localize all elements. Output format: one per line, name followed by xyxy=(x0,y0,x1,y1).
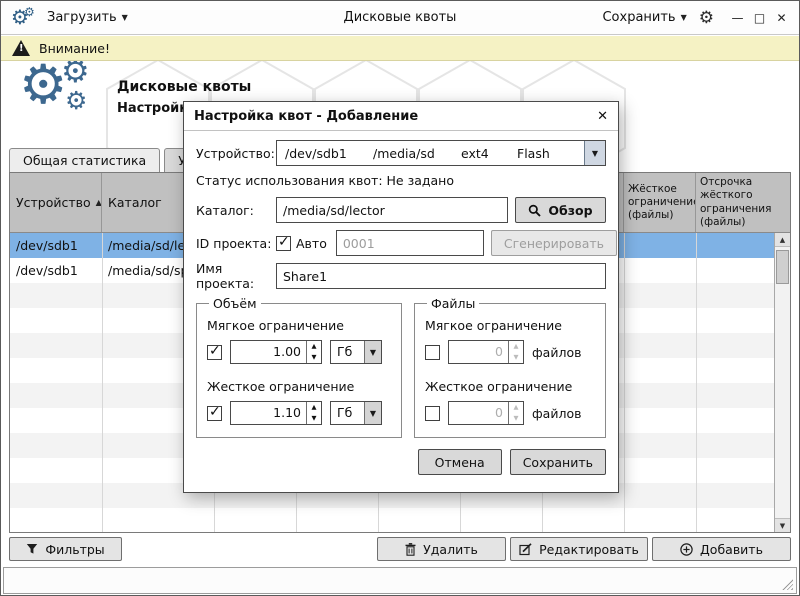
save-menu-button[interactable]: Сохранить ▼ xyxy=(602,10,686,25)
files-hard-limit-label: Жесткое ограничение xyxy=(425,379,595,394)
window-close-button[interactable]: ✕ xyxy=(774,11,789,25)
project-name-label: Имя проекта: xyxy=(196,261,276,291)
volume-hard-unit-select[interactable]: Гб ▼ xyxy=(330,401,382,425)
dialog-titlebar: Настройка квот - Добавление ✕ xyxy=(184,102,618,131)
files-group: Файлы Мягкое ограничение 0 ▲ ▼ файлов Же… xyxy=(414,296,606,438)
caret-down-icon: ▼ xyxy=(122,13,128,22)
edit-button[interactable]: Редактировать xyxy=(510,537,648,561)
column-header-device[interactable]: Устройство ▲ xyxy=(10,173,102,232)
catalog-input[interactable] xyxy=(276,197,508,223)
action-bar: Фильтры Удалить Редактировать Добавить xyxy=(1,537,799,561)
dropdown-arrow-icon[interactable]: ▼ xyxy=(364,341,381,363)
filters-button[interactable]: Фильтры xyxy=(9,537,122,561)
maximize-button[interactable]: □ xyxy=(752,11,767,25)
project-id-input[interactable] xyxy=(336,230,484,256)
resize-grip[interactable] xyxy=(782,579,793,590)
volume-soft-limit-label: Мягкое ограничение xyxy=(207,318,391,333)
volume-group: Объём Мягкое ограничение 1.00 ▲ ▼ Гб ▼ xyxy=(196,296,402,438)
quota-status-text: Статус использования квот: Не задано xyxy=(196,173,606,188)
spin-down-icon[interactable]: ▼ xyxy=(307,413,321,424)
column-header-hard-limit-files[interactable]: Жёсткое ограничение (файлы) xyxy=(624,173,696,232)
scrollbar-thumb[interactable] xyxy=(776,250,789,284)
spin-up-icon[interactable]: ▲ xyxy=(307,402,321,413)
device-select[interactable]: /dev/sdb1 /media/sd ext4 Flash ▼ xyxy=(276,140,606,166)
column-header-grace-hard-files[interactable]: Отсрочка жёсткого ограничения (файлы) xyxy=(696,173,790,232)
files-soft-suffix: файлов xyxy=(532,345,581,360)
volume-hard-spinner[interactable]: 1.10 ▲ ▼ xyxy=(230,401,322,425)
device-type: Flash xyxy=(517,146,584,161)
auto-checkbox-label: Авто xyxy=(296,236,327,251)
tab-general-statistics[interactable]: Общая статистика xyxy=(9,148,160,173)
cell-device: /dev/sdb1 xyxy=(10,258,102,283)
files-legend: Файлы xyxy=(427,296,479,311)
filter-icon xyxy=(26,543,38,555)
page-title: Дисковые квоты xyxy=(117,79,251,95)
save-menu-label: Сохранить xyxy=(602,10,675,25)
spin-up-icon[interactable]: ▲ xyxy=(307,341,321,352)
project-id-label: ID проекта: xyxy=(196,236,276,251)
spin-down-icon[interactable]: ▼ xyxy=(509,413,523,424)
auto-checkbox[interactable] xyxy=(276,236,291,251)
device-name: /dev/sdb1 xyxy=(277,146,373,161)
warning-icon xyxy=(12,40,30,56)
spin-up-icon[interactable]: ▲ xyxy=(509,341,523,352)
settings-gear-icon[interactable]: ⚙ xyxy=(699,8,714,28)
gears-logo-icon: ⚙ ⚙ ⚙ xyxy=(17,61,117,125)
dialog-close-icon[interactable]: ✕ xyxy=(597,109,608,124)
volume-legend: Объём xyxy=(209,296,261,311)
spin-down-icon[interactable]: ▼ xyxy=(509,352,523,363)
column-divider xyxy=(102,233,103,532)
vertical-scrollbar[interactable]: ▲ ▼ xyxy=(774,233,790,532)
delete-button[interactable]: Удалить xyxy=(377,537,506,561)
device-fs: ext4 xyxy=(461,146,517,161)
column-divider xyxy=(624,233,625,532)
catalog-label: Каталог: xyxy=(196,203,276,218)
dropdown-arrow-icon[interactable]: ▼ xyxy=(364,402,381,424)
files-hard-suffix: файлов xyxy=(532,406,581,421)
scroll-down-icon[interactable]: ▼ xyxy=(775,518,790,532)
quota-add-dialog: Настройка квот - Добавление ✕ Устройство… xyxy=(183,101,619,493)
column-divider xyxy=(696,233,697,532)
spin-up-icon[interactable]: ▲ xyxy=(509,402,523,413)
status-bar xyxy=(3,567,797,594)
device-mount: /media/sd xyxy=(373,146,461,161)
save-button[interactable]: Сохранить xyxy=(510,449,606,475)
warning-bar: Внимание! xyxy=(1,36,799,61)
load-menu-label: Загрузить xyxy=(47,10,117,25)
minimize-button[interactable]: — xyxy=(730,11,745,25)
trash-icon xyxy=(405,543,416,556)
browse-button[interactable]: Обзор xyxy=(515,197,606,223)
volume-hard-checkbox[interactable] xyxy=(207,406,222,421)
dropdown-arrow-icon[interactable]: ▼ xyxy=(584,141,605,165)
caret-down-icon: ▼ xyxy=(681,13,687,22)
add-circle-icon xyxy=(680,543,693,556)
app-logo-icon: ⚙ ⚙ xyxy=(11,5,39,31)
scroll-up-icon[interactable]: ▲ xyxy=(775,233,790,247)
files-hard-checkbox[interactable] xyxy=(425,406,440,421)
load-menu-button[interactable]: Загрузить ▼ xyxy=(47,10,128,25)
edit-pencil-icon xyxy=(519,543,532,556)
dialog-title: Настройка квот - Добавление xyxy=(194,109,418,124)
browse-label: Обзор xyxy=(548,203,592,218)
volume-hard-limit-label: Жесткое ограничение xyxy=(207,379,391,394)
volume-soft-unit-select[interactable]: Гб ▼ xyxy=(330,340,382,364)
warning-text: Внимание! xyxy=(39,41,110,56)
volume-soft-checkbox[interactable] xyxy=(207,345,222,360)
search-icon xyxy=(528,204,541,217)
generate-button[interactable]: Сгенерировать xyxy=(491,230,617,256)
add-button[interactable]: Добавить xyxy=(652,537,791,561)
cancel-button[interactable]: Отмена xyxy=(418,449,502,475)
spin-down-icon[interactable]: ▼ xyxy=(307,352,321,363)
files-hard-spinner[interactable]: 0 ▲ ▼ xyxy=(448,401,524,425)
project-name-input[interactable] xyxy=(276,263,606,289)
files-soft-spinner[interactable]: 0 ▲ ▼ xyxy=(448,340,524,364)
titlebar: ⚙ ⚙ Загрузить ▼ Дисковые квоты Сохранить… xyxy=(1,1,799,35)
sort-asc-icon: ▲ xyxy=(96,198,102,207)
cell-device: /dev/sdb1 xyxy=(10,233,102,258)
files-soft-limit-label: Мягкое ограничение xyxy=(425,318,595,333)
table-row-empty xyxy=(10,508,774,532)
files-soft-checkbox[interactable] xyxy=(425,345,440,360)
device-label: Устройство: xyxy=(196,146,276,161)
volume-soft-spinner[interactable]: 1.00 ▲ ▼ xyxy=(230,340,322,364)
